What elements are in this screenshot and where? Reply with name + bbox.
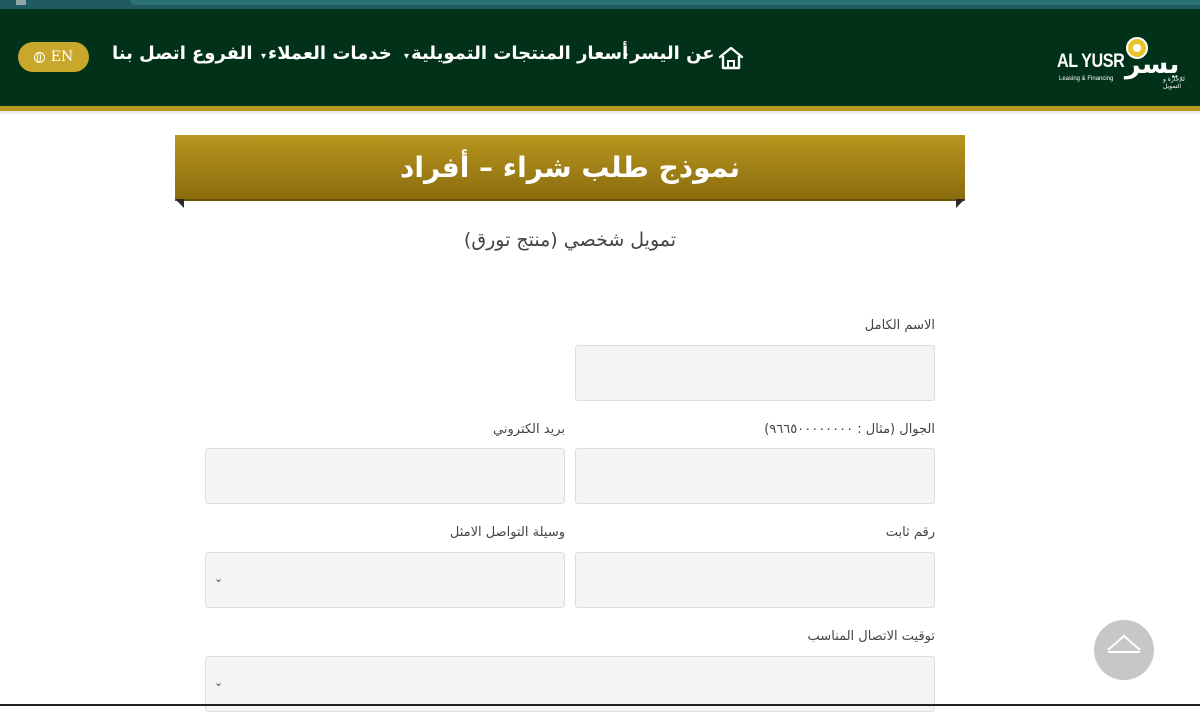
banner-fold-left: [175, 199, 184, 208]
page-subtitle: تمويل شخصي (منتج تورق): [463, 229, 677, 251]
chevron-down-icon: ▾: [623, 51, 629, 62]
logo-ar-tagline: للإجارة و التمويل: [1163, 76, 1185, 90]
chevron-up-icon: [1107, 634, 1141, 653]
chevron-down-icon: ⌄: [214, 676, 224, 689]
chevron-down-icon: ▾: [404, 51, 410, 62]
home-icon[interactable]: [717, 45, 745, 71]
nav-contact-label: اتصل بنا: [112, 43, 186, 64]
site-logo[interactable]: AL YUSR Leasing & Financing يسر للإجارة …: [1055, 29, 1200, 104]
chevron-down-icon: ▾: [261, 51, 267, 62]
contact-time-label: توقيت الاتصال المناسب: [807, 629, 935, 644]
email-input[interactable]: [205, 448, 565, 504]
full-name-label: الاسم الكامل: [864, 318, 935, 333]
address-bar-edge: [130, 0, 1200, 5]
header-shadow: [0, 111, 1200, 115]
landline-input[interactable]: [575, 552, 935, 608]
full-name-input[interactable]: [575, 345, 935, 401]
nav-about[interactable]: عن اليسر▾: [623, 43, 715, 71]
language-switch-button[interactable]: EN: [18, 42, 89, 72]
nav-customer-services-label: خدمات العملاء: [268, 43, 392, 64]
logo-en-name: AL YUSR: [1057, 51, 1125, 72]
language-label: EN: [50, 49, 74, 65]
email-label: بريد الكتروني: [493, 422, 565, 437]
globe-icon: [33, 51, 45, 63]
banner-fold-right: [956, 199, 965, 208]
contact-method-label: وسيلة التواصل الامثل: [449, 525, 565, 540]
tab-marker: [16, 0, 26, 5]
nav-product-prices-label: أسعار المنتجات التمويلية: [411, 43, 629, 64]
nav-customer-services[interactable]: خدمات العملاء▾: [261, 43, 392, 71]
page-title-banner: نموذج طلب شراء – أفراد: [175, 135, 965, 201]
nav-about-label: عن اليسر: [630, 43, 715, 64]
scroll-to-top-button[interactable]: [1094, 620, 1154, 680]
logo-en-tagline: Leasing & Financing: [1059, 76, 1114, 82]
landline-label: رقم ثابت: [885, 525, 935, 540]
mobile-label: الجوال (مثال : ٩٦٦٥٠٠٠٠٠٠٠٠): [764, 422, 935, 437]
mobile-input[interactable]: [575, 448, 935, 504]
site-header: EN اتصل بنا الفروع خدمات العملاء▾ أسعار …: [0, 9, 1200, 106]
nav-contact[interactable]: اتصل بنا: [112, 43, 186, 71]
chevron-down-icon: ⌄: [214, 572, 224, 585]
contact-method-select[interactable]: ⌄: [205, 552, 565, 608]
nav-branches-label: الفروع: [192, 43, 253, 64]
page-title: نموذج طلب شراء – أفراد: [399, 150, 740, 184]
nav-branches[interactable]: الفروع: [192, 43, 253, 71]
nav-product-prices[interactable]: أسعار المنتجات التمويلية▾: [404, 43, 628, 71]
browser-top-strip: [0, 0, 1200, 9]
